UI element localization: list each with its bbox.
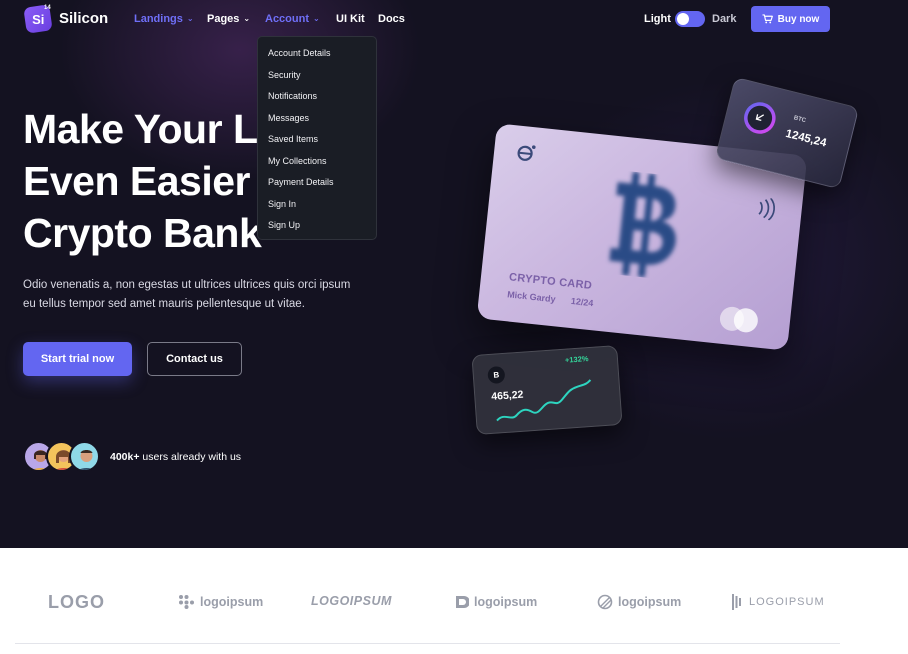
brand-mark-icon <box>517 145 536 161</box>
nav-landings-label: Landings <box>134 13 183 25</box>
menu-item-security[interactable]: Security <box>258 67 376 89</box>
nav-docs[interactable]: Docs <box>378 13 405 25</box>
menu-item-messages[interactable]: Messages <box>258 110 376 132</box>
theme-light-label: Light <box>644 13 671 25</box>
menu-item-sign-up[interactable]: Sign Up <box>258 217 376 239</box>
card-holder: Mick Gardy <box>506 289 557 305</box>
chevron-down-icon: ⌄ <box>313 14 320 23</box>
headline-line-2: Even Easier v <box>23 158 284 204</box>
nav-landings[interactable]: Landings ⌄ <box>134 13 194 25</box>
partner-logo-2: logoipsum <box>178 594 263 609</box>
menu-item-account-details[interactable]: Account Details <box>258 45 376 67</box>
menu-item-sign-in[interactable]: Sign In <box>258 196 376 218</box>
partner-logo-5: logoipsum <box>597 594 681 610</box>
menu-item-notifications[interactable]: Notifications <box>258 88 376 110</box>
menu-item-my-collections[interactable]: My Collections <box>258 153 376 175</box>
menu-item-payment-details[interactable]: Payment Details <box>258 174 376 196</box>
start-trial-button[interactable]: Start trial now <box>23 342 132 376</box>
partner-logo-3: LOGOIPSUM <box>311 594 392 608</box>
theme-toggle[interactable] <box>675 11 705 27</box>
sparkline-chart <box>496 379 592 422</box>
growth-chart-card: B +132% 465,22 <box>471 345 623 435</box>
brand-badge-sup: 14 <box>44 5 51 11</box>
chart-change: +132% <box>564 354 589 365</box>
nav-account[interactable]: Account ⌄ <box>265 13 320 25</box>
buy-now-label: Buy now <box>777 13 820 25</box>
hero-section: Si 14 Silicon Landings ⌄ Pages ⌄ Account ⌄ … <box>0 0 908 548</box>
toggle-knob <box>677 13 689 25</box>
chevron-down-icon: ⌄ <box>186 14 194 23</box>
btc-value: 1245,24 <box>784 127 828 150</box>
top-navbar: Si 14 Silicon Landings ⌄ Pages ⌄ Account ⌄ … <box>0 0 908 38</box>
nav-pages-label: Pages <box>207 13 240 25</box>
bars-logo-icon <box>732 594 741 610</box>
partner-logo-6: LOGOIPSUM <box>732 594 825 610</box>
menu-item-saved-items[interactable]: Saved Items <box>258 131 376 153</box>
user-avatars <box>23 441 103 473</box>
nav-pages[interactable]: Pages ⌄ <box>207 13 250 25</box>
section-divider <box>15 643 840 644</box>
headline-line-3: Crypto Bank <box>23 210 262 256</box>
coin-badge-icon: B <box>487 365 506 385</box>
partner-logo-1: LOGO <box>48 592 105 612</box>
users-count-text: 400k+ users already with us <box>110 451 242 463</box>
buy-now-button[interactable]: Buy now <box>751 6 830 32</box>
nav-ui-kit[interactable]: UI Kit <box>336 13 365 25</box>
hero-lead-text: Odio venenatis a, non egestas ut ultrice… <box>23 279 351 310</box>
partner-logos: LOGO logoipsum LOGOIPSUM logoipsum logoi… <box>0 548 908 654</box>
contactless-icon <box>758 197 775 221</box>
chevron-down-icon: ⌄ <box>243 14 251 23</box>
card-expiry: 12/24 <box>570 295 594 309</box>
cart-icon <box>762 14 773 24</box>
dots-logo-icon <box>179 595 194 609</box>
hero-headline: Make Your Li Even Easier v Crypto Bank <box>23 103 284 259</box>
account-dropdown-menu: Account Details Security Notifications M… <box>257 36 377 240</box>
bitcoin-icon <box>609 171 676 278</box>
card-title: CRYPTO CARD <box>508 271 593 293</box>
partner-logo-4: logoipsum <box>455 594 537 610</box>
brand-name[interactable]: Silicon <box>59 10 108 27</box>
circle-logo-icon <box>597 594 613 610</box>
contact-us-button[interactable]: Contact us <box>147 342 242 376</box>
headline-line-1: Make Your Li <box>23 106 269 152</box>
avatar <box>69 441 100 472</box>
btc-label: BTC <box>793 115 807 125</box>
shield-logo-icon <box>456 596 469 608</box>
nav-account-label: Account <box>265 13 309 25</box>
progress-ring-icon <box>744 102 776 134</box>
theme-dark-label: Dark <box>712 13 737 25</box>
